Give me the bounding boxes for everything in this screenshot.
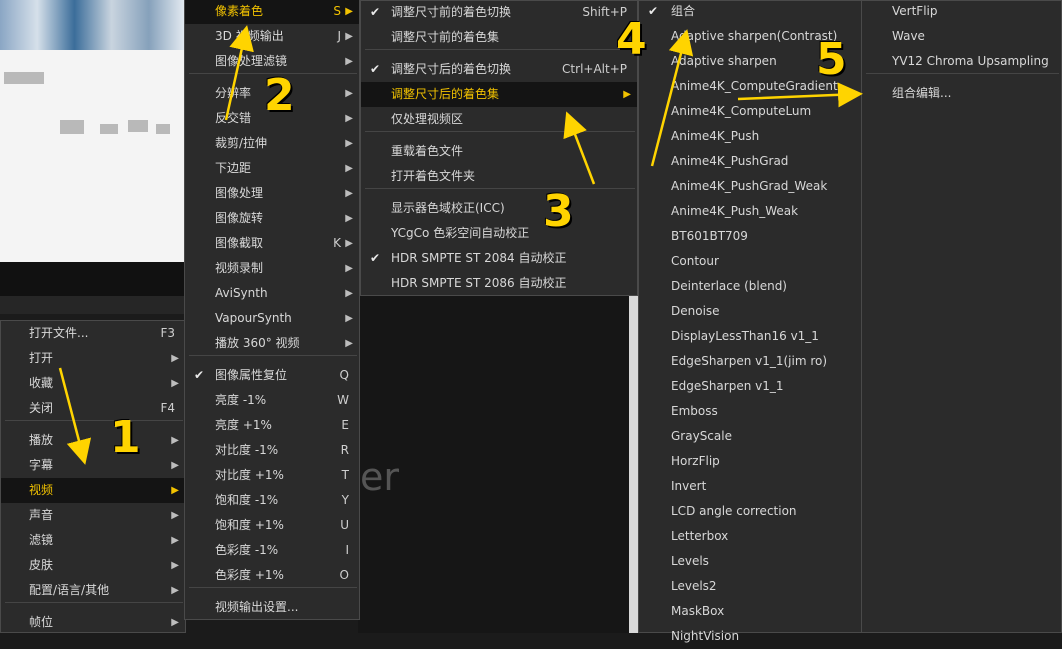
annotation-number-4: 4 [616, 14, 647, 65]
arrow-5 [737, 82, 863, 108]
arrow-1 [58, 367, 92, 465]
annotation-arrows [58, 25, 863, 465]
arrow-3 [563, 111, 596, 185]
annotation-number-1: 1 [110, 412, 141, 463]
arrow-4 [650, 29, 694, 167]
arrow-2 [224, 25, 254, 121]
annotation-number-3: 3 [543, 186, 574, 237]
annotation-number-5: 5 [816, 34, 847, 85]
annotation-number-2: 2 [264, 70, 295, 121]
